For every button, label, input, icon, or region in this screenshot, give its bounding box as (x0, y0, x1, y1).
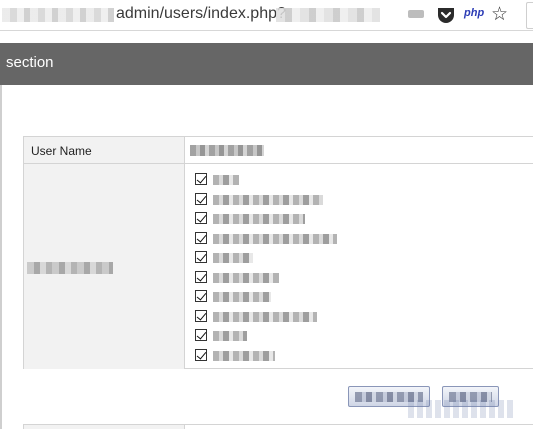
permission-item[interactable] (195, 308, 525, 328)
checkbox-checked[interactable] (195, 173, 207, 185)
username-label: User Name (31, 144, 92, 158)
permission-label-redacted (213, 233, 337, 244)
permission-label-redacted (213, 175, 239, 185)
checkbox-checked[interactable] (195, 270, 207, 283)
url-redacted-prefix (2, 8, 114, 22)
permission-item[interactable] (195, 327, 525, 347)
permission-item[interactable] (195, 171, 525, 191)
checkbox-checked[interactable] (195, 290, 207, 302)
permission-item[interactable] (195, 230, 525, 250)
user-form-table: User Name (23, 136, 533, 369)
permission-item[interactable] (195, 269, 525, 289)
permission-label-redacted (213, 272, 279, 283)
checkbox-checked[interactable] (195, 251, 207, 263)
checkbox-checked[interactable] (195, 309, 207, 322)
permission-label-redacted (213, 253, 253, 263)
permissions-label-cell (24, 164, 185, 369)
next-table-edge (23, 424, 533, 429)
permission-item[interactable] (195, 191, 525, 211)
permission-label-redacted (213, 331, 247, 341)
url-text[interactable]: admin/users/index.php? (116, 5, 286, 23)
checkbox-checked[interactable] (195, 192, 207, 205)
permission-item[interactable] (195, 249, 525, 269)
permission-label-redacted (213, 311, 317, 322)
permission-item[interactable] (195, 288, 525, 308)
username-row: User Name (24, 137, 533, 164)
toolbar-overflow-edge[interactable] (526, 2, 533, 29)
watermark (408, 400, 514, 418)
permissions-label-redacted (27, 262, 113, 274)
permission-item[interactable] (195, 210, 525, 230)
section-title: section (6, 54, 54, 71)
permission-item[interactable] (195, 347, 525, 367)
permission-label-redacted (213, 194, 323, 205)
bookmark-star-icon[interactable]: ☆ (491, 3, 508, 26)
address-bar[interactable]: admin/users/index.php? php ☆ (0, 0, 533, 31)
permission-label-redacted (213, 214, 305, 224)
pocket-icon[interactable] (436, 6, 456, 25)
permission-label-redacted (213, 292, 271, 302)
left-divider (0, 85, 2, 429)
permission-label-redacted (213, 350, 275, 361)
checkbox-checked[interactable] (195, 348, 207, 361)
url-redacted-suffix (408, 10, 424, 18)
url-redacted-query (276, 8, 380, 22)
checkbox-checked[interactable] (195, 212, 207, 224)
permissions-checkbox-list (195, 171, 525, 366)
username-label-cell: User Name (24, 137, 185, 163)
section-header: section (0, 43, 533, 85)
username-value-redacted (190, 145, 264, 156)
checkbox-checked[interactable] (195, 231, 207, 244)
php-extension-icon[interactable]: php (464, 7, 484, 19)
checkbox-checked[interactable] (195, 329, 207, 341)
next-table-label-cell (24, 425, 185, 429)
permissions-row (24, 164, 533, 369)
